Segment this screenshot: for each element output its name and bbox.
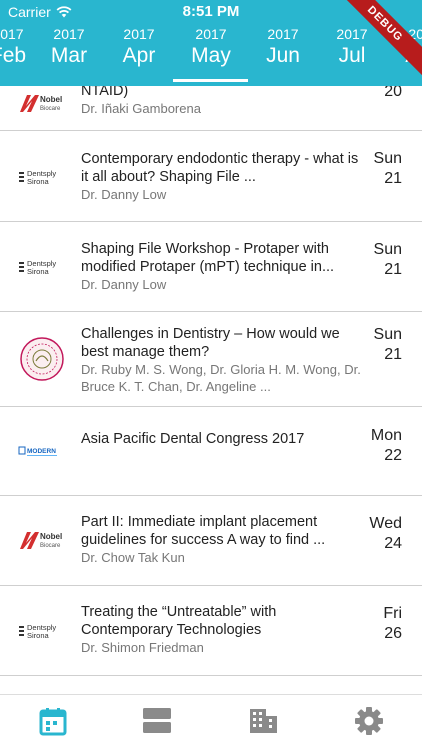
event-speaker: Dr. Ruby M. S. Wong, Dr. Gloria H. M. Wo… (81, 362, 361, 394)
nav-settings[interactable] (353, 705, 385, 737)
event-date: 21 (384, 261, 402, 278)
dentsply-logo-line2: Sirona (27, 631, 50, 640)
dentsply-sirona-logo: Dentsply Sirona (18, 611, 66, 651)
bottom-navigation (0, 694, 422, 750)
event-title: Part II: Immediate implant placement gui… (81, 514, 326, 548)
nav-agenda[interactable] (141, 705, 173, 737)
event-row[interactable]: Nobel Biocare NTAID) Dr. Iñaki Gamborena… (0, 86, 422, 131)
event-list[interactable]: Nobel Biocare NTAID) Dr. Iñaki Gamborena… (0, 86, 422, 694)
event-date: 21 (384, 346, 402, 363)
event-title: Shaping File Workshop - Protaper with mo… (81, 241, 335, 275)
tab-month-label: Apr (122, 44, 156, 67)
modern-logo-line1: MODERN (27, 448, 56, 455)
tab-year: 2017 (123, 26, 155, 42)
event-date: 26 (384, 625, 402, 642)
modern-logo: MODERN (18, 431, 66, 471)
tab-month-may[interactable]: 2017 May (175, 24, 247, 68)
event-row[interactable]: Dentsply Sirona Contemporary endodontic … (0, 131, 422, 222)
event-row[interactable]: Dentsply Sirona Treating the “Untreatabl… (0, 586, 422, 676)
society-seal-logo (18, 336, 66, 382)
event-speaker: Dr. Danny Low (81, 187, 167, 202)
event-title: Asia Pacific Dental Congress 2017 (81, 431, 305, 447)
month-tabs: 2017 Feb 2017 Mar 2017 Apr 2017 May 2017… (0, 24, 422, 84)
event-day: Mon (370, 427, 402, 444)
view-agenda-icon (143, 708, 171, 733)
nobel-logo-line2: Biocare (40, 106, 61, 112)
event-title: NTAID) (81, 86, 129, 99)
selected-month-indicator (173, 79, 248, 82)
event-date: 24 (384, 535, 402, 552)
event-speaker: Dr. Chow Tak Kun (81, 550, 185, 565)
app-header: Carrier 8:51 PM 2017 Feb 2017 Mar 2017 A… (0, 0, 422, 86)
dentsply-sirona-logo: Dentsply Sirona (18, 157, 66, 197)
event-day: Wed (369, 515, 402, 532)
nobel-logo-line1: Nobel (40, 532, 62, 541)
event-date: 21 (384, 170, 402, 187)
dentsply-logo-line2: Sirona (27, 267, 50, 276)
event-speaker: Dr. Danny Low (81, 277, 167, 292)
event-title: Challenges in Dentistry – How would we b… (81, 326, 340, 360)
event-day: Fri (383, 605, 402, 622)
gear-icon (355, 707, 383, 735)
tab-month-label: May (191, 44, 231, 67)
event-row[interactable]: MODERN Asia Pacific Dental Congress 2017… (0, 407, 422, 496)
event-date: 22 (384, 447, 402, 464)
nobel-logo-line2: Biocare (40, 543, 61, 549)
tab-month-jun[interactable]: 2017 Jun (247, 24, 319, 68)
nobel-logo-line1: Nobel (40, 95, 62, 104)
event-title: Treating the “Untreatable” with Contempo… (81, 604, 277, 638)
event-row[interactable]: Challenges in Dentistry – How would we b… (0, 312, 422, 407)
event-title: Contemporary endodontic therapy - what i… (81, 151, 359, 185)
event-row[interactable]: Dentsply Sirona Shaping File Workshop - … (0, 222, 422, 312)
nobel-biocare-logo: Nobel Biocare (18, 86, 66, 123)
tab-month-apr[interactable]: 2017 Apr (103, 24, 175, 68)
building-icon (250, 709, 277, 733)
event-day: Sun (373, 326, 402, 343)
nav-calendar[interactable] (37, 705, 69, 737)
calendar-icon (39, 708, 67, 736)
nobel-biocare-logo: Nobel Biocare (18, 520, 66, 560)
event-day: Sun (373, 150, 402, 167)
tab-month-label: Jun (266, 44, 300, 67)
event-row[interactable] (0, 676, 422, 694)
tab-year: 2017 (195, 26, 227, 42)
tab-month-mar[interactable]: 2017 Mar (33, 24, 105, 68)
dentsply-logo-line2: Sirona (27, 177, 50, 186)
event-speaker: Dr. Shimon Friedman (81, 640, 204, 655)
tab-year: 2017 (53, 26, 85, 42)
tab-month-label: Mar (50, 44, 88, 67)
nav-organizations[interactable] (247, 705, 279, 737)
tab-year: 2017 (267, 26, 299, 42)
event-row[interactable]: Nobel Biocare Part II: Immediate implant… (0, 496, 422, 586)
dentsply-sirona-logo: Dentsply Sirona (18, 247, 66, 287)
event-date: 20 (384, 86, 402, 100)
tab-month-label: Jul (338, 44, 366, 67)
event-day: Sun (373, 241, 402, 258)
event-speaker: Dr. Iñaki Gamborena (81, 101, 201, 116)
